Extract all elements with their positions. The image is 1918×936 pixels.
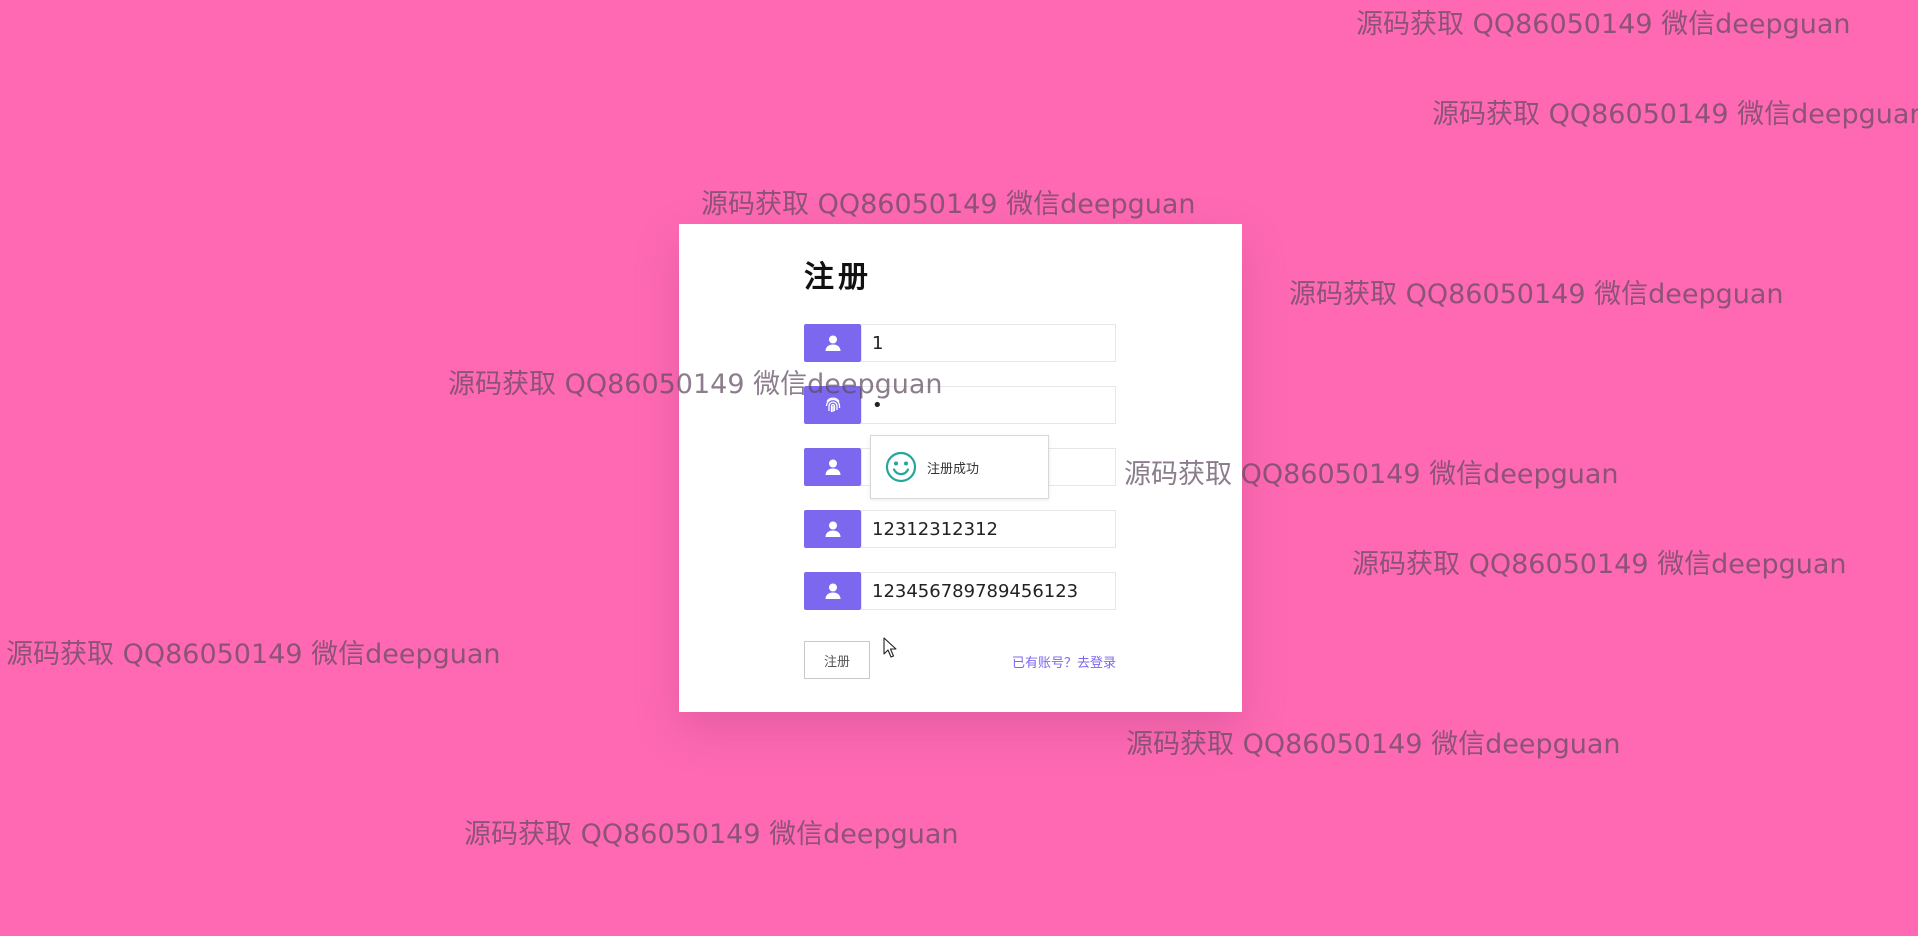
fingerprint-icon [804, 386, 861, 424]
user-icon [804, 572, 861, 610]
page: 注册 1 • 12312312312 123456789789456123 注册… [0, 0, 1918, 936]
user-icon [804, 510, 861, 548]
watermark: 源码获取 QQ86050149 微信deepguan [6, 639, 501, 670]
user-icon [804, 448, 861, 486]
toast-message: 注册成功 [927, 461, 980, 477]
phone-field [804, 510, 1116, 548]
watermark: 源码获取 QQ86050149 微信deepguan [1352, 549, 1847, 580]
username-input[interactable] [861, 324, 1116, 362]
register-button[interactable]: 注册 [804, 641, 870, 679]
success-toast: 注册成功 [870, 435, 1049, 499]
username-field [804, 324, 1116, 362]
mouse-cursor-icon [883, 637, 897, 658]
password-field [804, 386, 1116, 424]
watermark: 源码获取 QQ86050149 微信deepguan [464, 819, 959, 850]
user-icon [804, 324, 861, 362]
phone-input[interactable] [861, 510, 1116, 548]
id-number-input[interactable] [861, 572, 1116, 610]
login-link[interactable]: 已有账号？去登录 [1012, 652, 1116, 671]
id-number-field [804, 572, 1116, 610]
watermark: 源码获取 QQ86050149 微信deepguan [701, 189, 1196, 220]
smile-icon [885, 451, 917, 483]
watermark: 源码获取 QQ86050149 微信deepguan [1126, 729, 1621, 760]
watermark: 源码获取 QQ86050149 微信deepguan [1289, 279, 1784, 310]
page-title: 注册 [804, 260, 872, 295]
password-input[interactable] [861, 386, 1116, 424]
watermark: 源码获取 QQ86050149 微信deepguan [1432, 99, 1918, 130]
watermark: 源码获取 QQ86050149 微信deepguan [1356, 9, 1851, 40]
